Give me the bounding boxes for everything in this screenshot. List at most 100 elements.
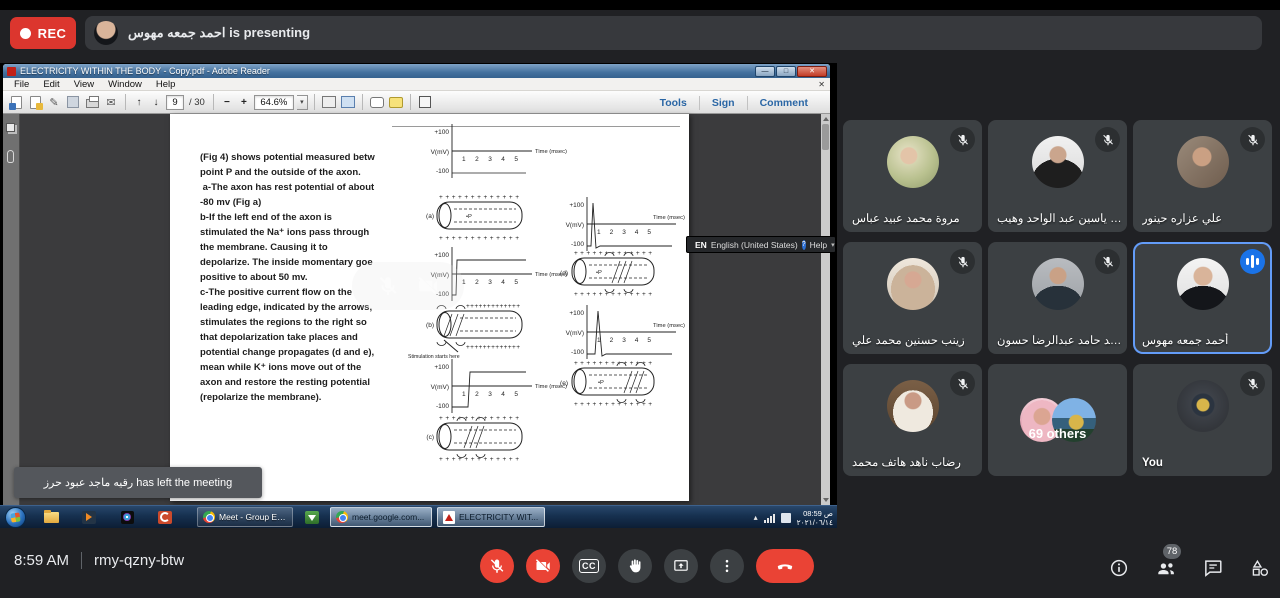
self-tile[interactable]: You: [1133, 364, 1272, 476]
page-view-icon[interactable]: [340, 94, 356, 111]
mic-muted-icon: [950, 371, 975, 396]
others-tile[interactable]: 69 others: [988, 364, 1127, 476]
open-file-icon[interactable]: [8, 94, 24, 111]
svg-text:+ + + + + + + + + + + + +: + + + + + + + + + + + + +: [466, 344, 520, 351]
more-options-button[interactable]: [710, 549, 744, 583]
svg-text:+ + + + + + + + + + + + +: + + + + + + + + + + + + +: [439, 194, 519, 201]
highlight-icon[interactable]: [388, 94, 404, 111]
pdf-line: stimulated the Na⁺ ions pass through: [200, 225, 390, 240]
idm-icon[interactable]: [299, 508, 325, 527]
close-document-icon[interactable]: ✕: [818, 80, 825, 89]
scroll-down-icon[interactable]: [823, 498, 829, 502]
mic-toggle-button[interactable]: [480, 549, 514, 583]
pdf-line: potential change propagates (d and e),: [200, 345, 390, 360]
menu-help[interactable]: Help: [149, 79, 183, 90]
explorer-icon[interactable]: [38, 508, 64, 527]
email-icon[interactable]: ✉: [103, 94, 119, 111]
langbar-options-icon[interactable]: ▾: [831, 241, 835, 249]
network-signal-icon[interactable]: [764, 513, 775, 523]
avatar: [887, 136, 939, 188]
participant-tile[interactable]: أحمد حامد عبدالرضا حسون: [988, 242, 1127, 354]
camera-toggle-button[interactable]: [526, 549, 560, 583]
window-titlebar[interactable]: ELECTRICITY WITHIN THE BODY - Copy.pdf -…: [3, 64, 830, 78]
svg-text:+ + + + + + + + + + + + +: + + + + + + + + + + + + +: [574, 401, 652, 408]
pdf-line: (Fig 4) shows potential measured betw: [200, 150, 390, 165]
tray-expand-icon[interactable]: ▴: [754, 513, 758, 522]
task-adobe-reader[interactable]: ELECTRICITY WIT...: [437, 507, 545, 527]
avatar: [1177, 136, 1229, 188]
next-page-icon[interactable]: ↓: [149, 97, 163, 108]
minimize-button[interactable]: —: [755, 66, 775, 77]
leave-call-button[interactable]: [756, 549, 814, 583]
task-chrome-meet[interactable]: Meet - Group E - ...: [197, 507, 293, 527]
svg-text:V(mV): V(mV): [566, 330, 584, 337]
svg-text:1 2 3 4 5: 1 2 3 4 5: [462, 156, 518, 163]
chat-button[interactable]: [1202, 557, 1224, 579]
attachments-icon[interactable]: [7, 150, 14, 163]
participant-tile-speaking[interactable]: أحمد جمعه مهوس: [1133, 242, 1272, 354]
window-title: ELECTRICITY WITHIN THE BODY - Copy.pdf -…: [20, 66, 270, 76]
page-number-input[interactable]: 9: [166, 95, 184, 110]
vertical-scrollbar[interactable]: [821, 114, 830, 505]
start-button[interactable]: [5, 507, 26, 528]
activities-button[interactable]: [1249, 557, 1271, 579]
comment-button[interactable]: Comment: [748, 97, 820, 109]
tools-button[interactable]: Tools: [648, 97, 699, 109]
sign-button[interactable]: Sign: [700, 97, 747, 109]
present-button[interactable]: [664, 549, 698, 583]
fit-width-icon[interactable]: [321, 94, 337, 111]
raise-hand-button[interactable]: [618, 549, 652, 583]
participant-tile[interactable]: تبارك ياسين عبد الواحد وهيب: [988, 120, 1127, 232]
language-bar[interactable]: EN English (United States) ? Help ▾: [686, 236, 836, 253]
svg-text:+ + + + + + + + + + + + +: + + + + + + + + + + + + +: [574, 291, 652, 298]
comment-bubble-icon[interactable]: [369, 94, 385, 111]
save-icon[interactable]: [65, 94, 81, 111]
zoom-in-icon[interactable]: +: [237, 97, 251, 108]
svg-text:(d): (d): [560, 270, 568, 277]
pdf-line: the membrane. Causing it to: [200, 240, 390, 255]
zoom-level-input[interactable]: 64.6%: [254, 95, 294, 110]
task-chrome-meet-google[interactable]: meet.google.com...: [330, 507, 432, 527]
media-player-icon[interactable]: [76, 508, 102, 527]
fullscreen-icon[interactable]: [417, 94, 433, 111]
close-button[interactable]: ✕: [797, 66, 827, 77]
participant-tile[interactable]: رضاب ناهد هاتف محمد: [843, 364, 982, 476]
participants-button[interactable]: 78: [1155, 557, 1177, 579]
language-code[interactable]: EN: [695, 240, 707, 250]
print-icon[interactable]: [84, 94, 100, 111]
help-label[interactable]: Help: [810, 240, 827, 250]
mic-muted-icon: [950, 249, 975, 274]
avatar: [1177, 258, 1229, 310]
menu-view[interactable]: View: [67, 79, 101, 90]
page-thumbnails-icon[interactable]: [6, 123, 15, 132]
language-label[interactable]: English (United States): [711, 240, 798, 250]
tray-clock[interactable]: 08:59 ص ٢٠٢١/٠٦/١٤: [797, 509, 833, 527]
svg-text:1 2 3 4 5: 1 2 3 4 5: [462, 279, 518, 286]
powerpoint-icon[interactable]: [152, 508, 178, 527]
mic-muted-icon: [950, 127, 975, 152]
edit-pen-icon[interactable]: ✎: [46, 94, 62, 111]
action-center-icon[interactable]: [781, 513, 791, 523]
scrollbar-thumb[interactable]: [822, 124, 829, 150]
maximize-button[interactable]: □: [776, 66, 796, 77]
divider: [81, 552, 82, 569]
presenting-banner: احمد جمعه مهوس is presenting: [85, 16, 1262, 50]
meeting-details-button[interactable]: [1108, 557, 1130, 579]
participant-tile[interactable]: مروة محمد عبيد عباس: [843, 120, 982, 232]
zoom-out-icon[interactable]: −: [220, 97, 234, 108]
navigation-rail: [3, 114, 20, 505]
participant-tile[interactable]: علي عزاره حينور: [1133, 120, 1272, 232]
help-icon[interactable]: ?: [802, 240, 806, 250]
participant-tile[interactable]: زينب حسنين محمد علي: [843, 242, 982, 354]
menu-file[interactable]: File: [7, 79, 36, 90]
create-pdf-icon[interactable]: [27, 94, 43, 111]
menu-window[interactable]: Window: [101, 79, 149, 90]
previous-page-icon[interactable]: ↑: [132, 97, 146, 108]
svg-text:(a): (a): [426, 213, 434, 220]
photo-viewer-icon[interactable]: [114, 508, 140, 527]
chrome-icon: [203, 511, 215, 523]
scroll-up-icon[interactable]: [823, 117, 829, 121]
captions-button[interactable]: CC: [572, 549, 606, 583]
zoom-dropdown-icon[interactable]: ▾: [297, 95, 308, 110]
menu-edit[interactable]: Edit: [36, 79, 66, 90]
